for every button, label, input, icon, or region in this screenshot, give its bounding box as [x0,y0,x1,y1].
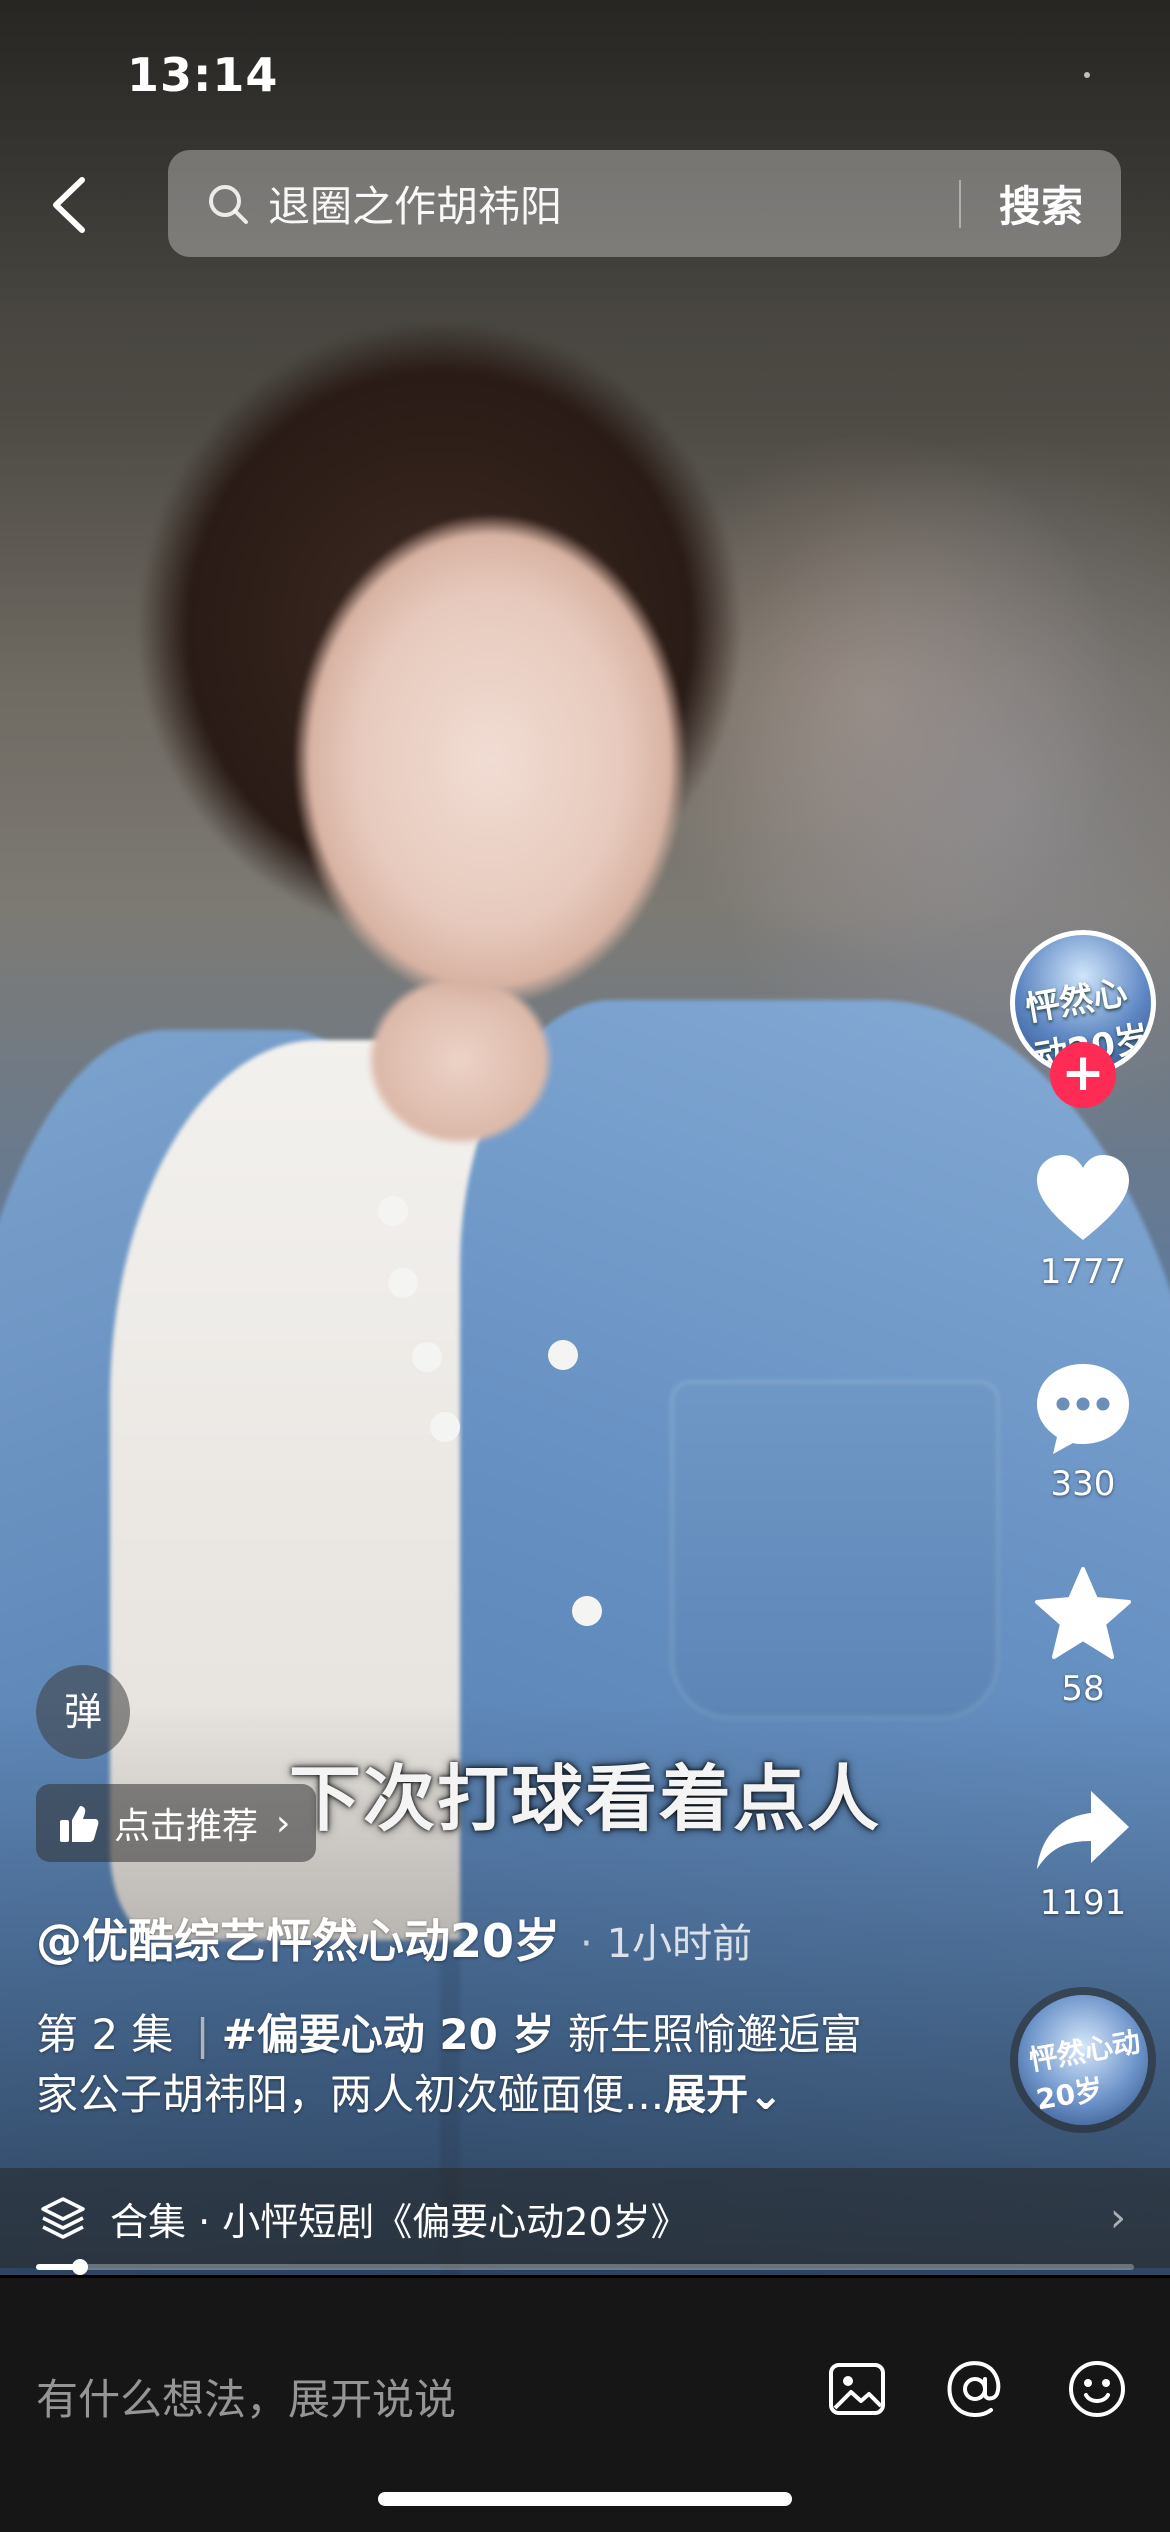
video-frame-button [430,1412,460,1442]
image-icon[interactable] [826,2358,888,2420]
comment-count: 330 [1050,1464,1116,1504]
video-frame-button [412,1342,442,1372]
comment-bar: 有什么想法，展开说说 [0,2278,1170,2532]
favorite-count: 58 [1061,1669,1105,1709]
chevron-left-icon [53,177,85,233]
search-icon [209,184,248,224]
expand-button[interactable]: 展开⌄ [664,2070,783,2119]
status-time: 13:14 [127,48,279,102]
follow-button[interactable]: + [1050,1042,1116,1108]
layers-icon [41,2197,85,2239]
star-icon [1035,1567,1131,1659]
comment-input[interactable]: 有什么想法，展开说说 [36,2366,456,2427]
emoji-icon[interactable] [1066,2358,1128,2420]
music-disc[interactable]: 怦然心动20岁 [1018,1995,1148,2125]
collection-label: 合集 · 小怦短剧《偏要心动20岁》 [110,2199,689,2244]
thumbs-up-icon [60,1806,99,1842]
mention-icon[interactable] [944,2358,1006,2420]
episode-separator: | [195,2010,210,2059]
author-row: @优酷综艺怦然心动20岁 1小时前 [36,1905,752,1971]
video-frame-face [210,460,730,1080]
comment-bubble-icon [1037,1364,1129,1454]
chevron-right-icon: › [276,1802,291,1844]
video-frame-button [572,1596,602,1626]
author-name[interactable]: @优酷综艺怦然心动20岁 [36,1905,560,1971]
favorite-button[interactable]: 58 [1010,1565,1156,1709]
search-bar[interactable]: 退圈之作胡祎阳 搜索 [168,150,1121,257]
comment-button[interactable]: 330 [1010,1360,1156,1504]
collection-bar[interactable]: 合集 · 小怦短剧《偏要心动20岁》 › [0,2168,1170,2268]
video-frame-pocket [670,1380,1000,1720]
disc-logo-text: 怦然心动20岁 [1026,2025,1143,2117]
like-count: 1777 [1039,1252,1127,1292]
heart-icon [1037,1155,1129,1240]
playback-progress[interactable] [36,2259,1134,2275]
status-indicator-dot [1084,72,1090,78]
episode-label: 第 2 集 [36,2010,174,2059]
back-button[interactable] [40,170,100,240]
post-time: 1小时前 [580,1911,752,1969]
chevron-right-icon: › [1110,2195,1126,2241]
search-button[interactable]: 搜索 [961,173,1121,234]
video-frame-button [548,1340,578,1370]
post-description[interactable]: 第 2 集 | #偏要心动 20 岁 新生照愉邂逅富家公子胡祎阳，两人初次碰面便..… [36,2005,896,2125]
recommend-button[interactable]: 点击推荐 › [36,1784,317,1862]
home-indicator[interactable] [378,2492,792,2506]
progress-knob[interactable] [72,2259,88,2275]
like-button[interactable]: 1777 [1010,1152,1156,1292]
video-frame-button [378,1196,408,1226]
hashtag-link[interactable]: #偏要心动 20 岁 [222,2010,555,2059]
video-frame-button [388,1268,418,1298]
search-input[interactable]: 退圈之作胡祎阳 [268,173,959,234]
share-count: 1191 [1039,1883,1127,1923]
recommend-label: 点击推荐 [114,1806,259,1847]
